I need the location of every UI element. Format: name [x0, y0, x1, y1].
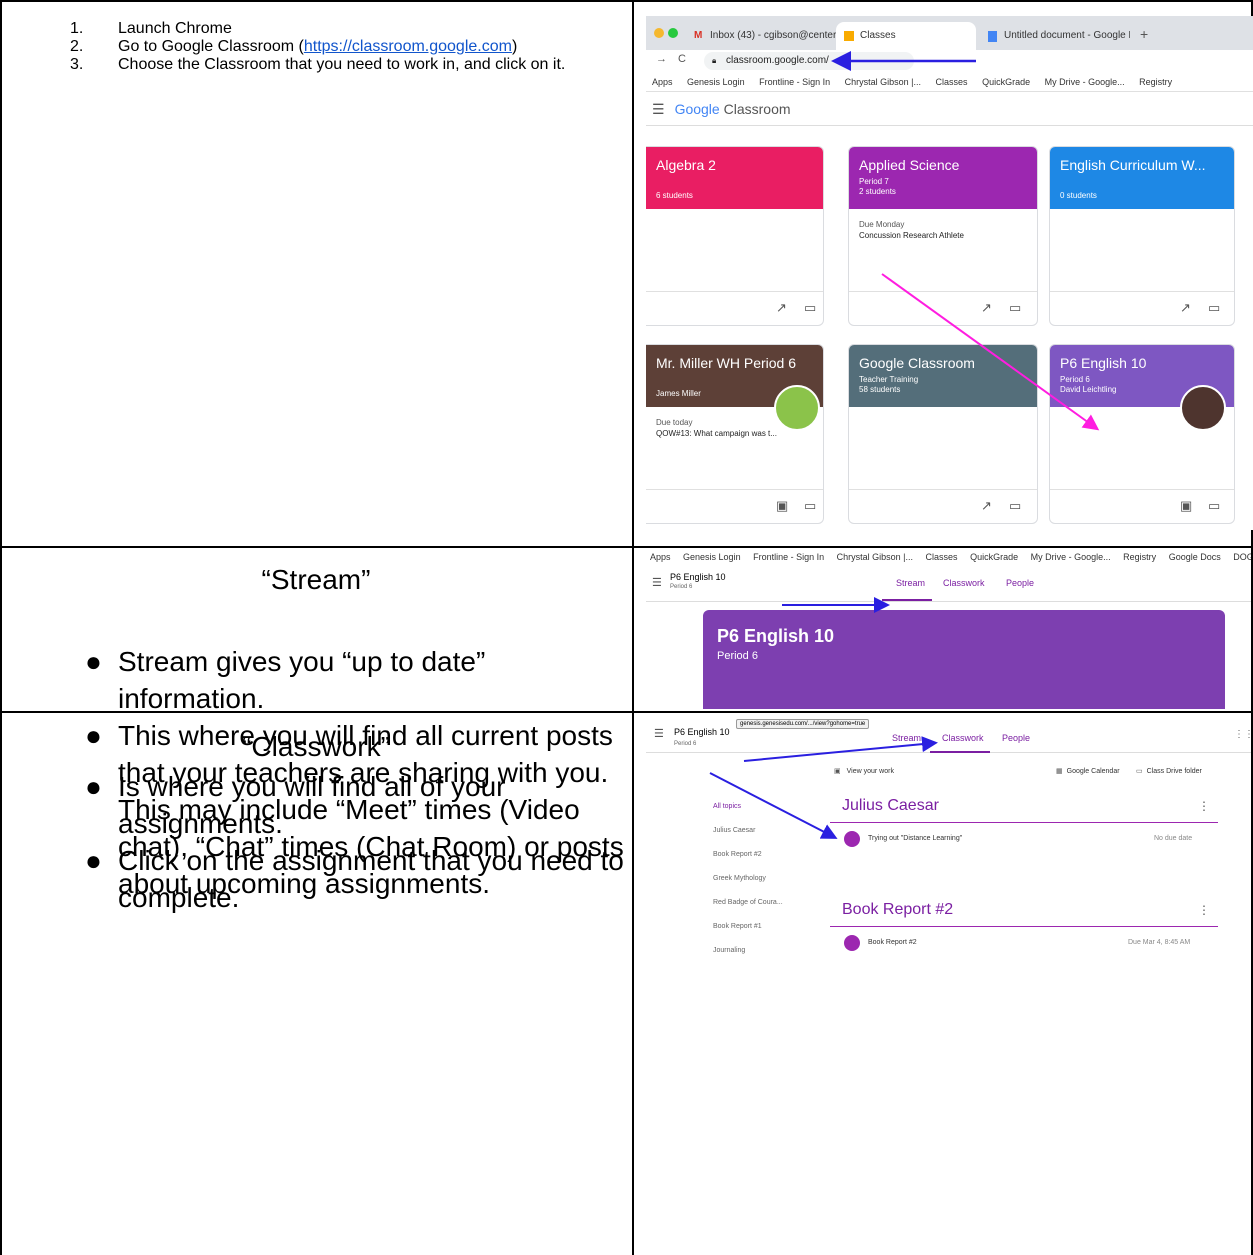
table-column-divider [632, 0, 634, 1255]
bullet-text: Click on the assignment that you need to… [118, 845, 624, 913]
step-text-suffix: ) [511, 38, 518, 55]
classroom-home-screenshot: M Inbox (43) - cgibson@center.a Classes U… [646, 16, 1253, 530]
classwork-screenshot: ☰ P6 English 10 Period 6 genesis.genesise… [646, 713, 1251, 1253]
table-border-top [0, 0, 1253, 2]
step-3: 3. Choose the Classroom that you need to … [70, 56, 615, 74]
classwork-bullets: ● Is where you will find all of your assi… [85, 768, 625, 916]
classwork-bullet: ● Is where you will find all of your assi… [85, 768, 625, 842]
step-1: 1. Launch Chrome [70, 20, 615, 38]
step-number: 1. [70, 20, 84, 37]
classwork-arrows [709, 736, 938, 839]
stream-bullet: ● Stream gives you “up to date” informati… [85, 643, 625, 717]
step-number: 3. [70, 56, 84, 73]
bullet-dot: ● [85, 771, 102, 802]
bullet-dot: ● [85, 646, 102, 677]
bullet-text: Is where you will find all of your assig… [118, 771, 506, 839]
classwork-heading: “Classwork” [242, 731, 390, 762]
classwork-bullet: ● Click on the assignment that you need t… [85, 842, 625, 916]
step-text: Go to Google Classroom ( [118, 38, 304, 55]
step-2: 2. Go to Google Classroom (https://classr… [70, 38, 615, 56]
step-text: Launch Chrome [118, 20, 232, 37]
step-text: Choose the Classroom that you need to wo… [118, 56, 566, 73]
bullet-text: Stream gives you “up to date” informatio… [118, 646, 486, 714]
stream-heading: “Stream” [261, 564, 371, 595]
step-list: 1. Launch Chrome 2. Go to Google Classroom… [70, 20, 615, 74]
card-arrow [881, 273, 1100, 431]
stream-screenshot-lower [646, 609, 1251, 709]
annotation-arrows [831, 51, 1100, 431]
bullet-dot: ● [85, 845, 102, 876]
classroom-link[interactable]: https://classroom.google.com [304, 38, 512, 55]
step-number: 2. [70, 38, 84, 55]
table-border-left [0, 0, 2, 1255]
